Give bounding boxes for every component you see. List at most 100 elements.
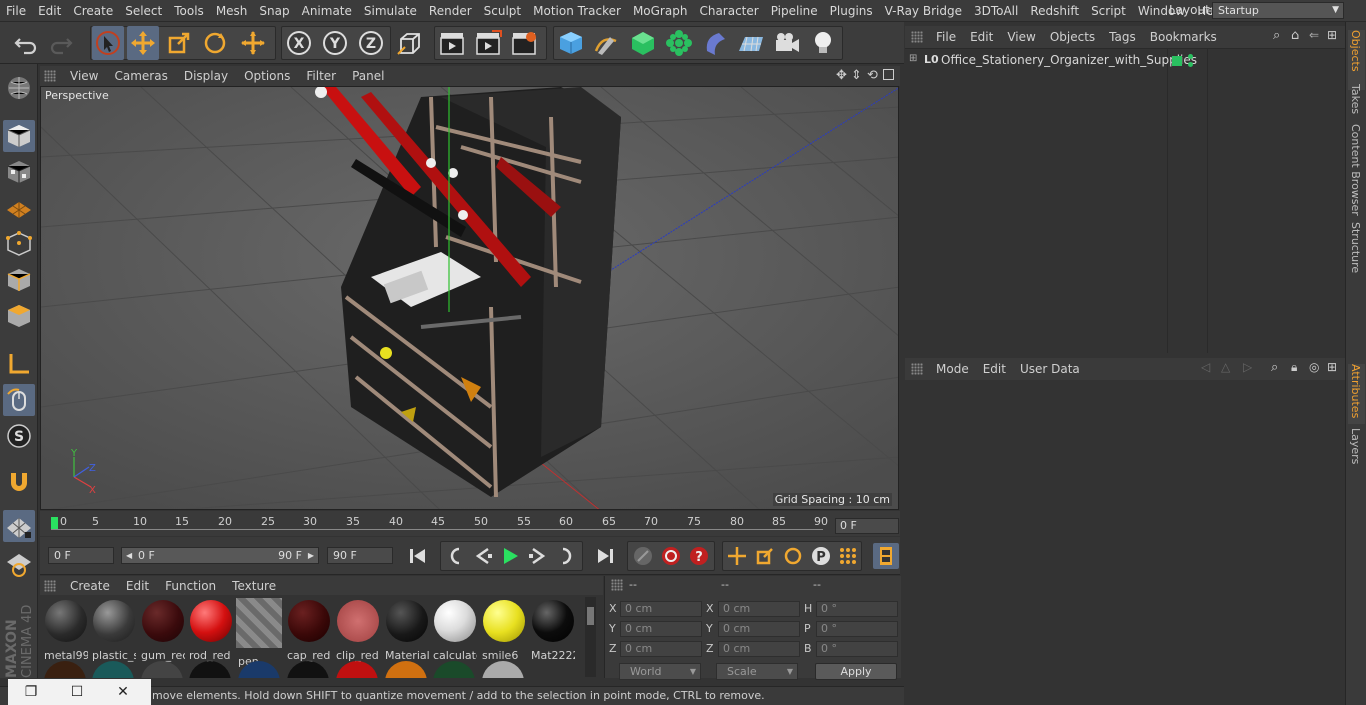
pen-spline-button[interactable] <box>590 26 622 60</box>
up-arrow-icon[interactable]: △ <box>1221 360 1230 374</box>
render-settings-button[interactable] <box>508 26 540 60</box>
undo-button[interactable] <box>10 26 42 60</box>
z-axis-lock-button[interactable]: Z <box>355 26 387 60</box>
move-tool-button[interactable] <box>127 26 159 60</box>
viewport-maximize-icon[interactable] <box>883 69 894 80</box>
object-menu-tags[interactable]: Tags <box>1102 30 1143 44</box>
viewport-menu-panel[interactable]: Panel <box>344 69 392 83</box>
solo-mode-button[interactable]: S <box>3 420 35 452</box>
material-preview[interactable] <box>385 661 427 678</box>
record-active-objects-button[interactable] <box>630 543 656 569</box>
material-menu-create[interactable]: Create <box>62 579 118 593</box>
timeline-ruler[interactable]: 0 5 10 15 20 25 30 35 40 45 50 55 60 65 … <box>40 511 900 536</box>
x-axis-lock-button[interactable]: X <box>283 26 315 60</box>
points-mode-button[interactable] <box>3 228 35 260</box>
material-preview[interactable] <box>433 661 475 678</box>
go-to-end-button[interactable] <box>592 543 618 569</box>
panel-grip-icon[interactable] <box>911 31 923 43</box>
redo-button[interactable] <box>45 26 77 60</box>
search-icon[interactable]: ⌕ <box>1273 28 1280 43</box>
edges-mode-button[interactable] <box>3 264 35 296</box>
polygons-mode-button[interactable] <box>3 300 35 332</box>
tab-takes[interactable]: Takes <box>1348 84 1365 124</box>
material-swatch[interactable]: smile6 <box>480 598 527 662</box>
menu-edit[interactable]: Edit <box>32 0 67 22</box>
material-menu-texture[interactable]: Texture <box>224 579 284 593</box>
go-to-start-button[interactable] <box>405 543 431 569</box>
tab-attributes[interactable]: Attributes <box>1348 364 1365 424</box>
viewport-menu-cameras[interactable]: Cameras <box>106 69 175 83</box>
close-icon[interactable]: ✕ <box>100 684 146 700</box>
coordinate-mode-select[interactable]: Scale ▼ <box>716 663 798 680</box>
size-y-field[interactable]: 0 cm <box>718 621 800 637</box>
panel-grip-icon[interactable] <box>611 579 623 591</box>
menu-motion-tracker[interactable]: Motion Tracker <box>527 0 627 22</box>
tweak-mode-button[interactable] <box>3 384 35 416</box>
material-swatch[interactable]: rod_red <box>187 598 234 662</box>
workplane-lock-button[interactable] <box>3 548 35 580</box>
pos-x-field[interactable]: 0 cm <box>620 601 702 617</box>
menu-animate[interactable]: Animate <box>296 0 358 22</box>
play-button[interactable] <box>497 543 523 569</box>
pos-z-field[interactable]: 0 cm <box>620 641 702 657</box>
camera-button[interactable] <box>771 26 803 60</box>
tab-layers[interactable]: Layers <box>1348 428 1365 468</box>
y-axis-lock-button[interactable]: Y <box>319 26 351 60</box>
material-swatch[interactable]: metal99 <box>42 598 89 662</box>
deformer-button[interactable] <box>699 26 731 60</box>
key-rotation-button[interactable] <box>780 543 806 569</box>
object-menu-edit[interactable]: Edit <box>963 30 1000 44</box>
lock-icon[interactable]: 🔒︎ <box>1291 360 1297 375</box>
material-preview[interactable] <box>44 661 86 678</box>
size-x-field[interactable]: 0 cm <box>718 601 800 617</box>
object-row[interactable]: ⊞ L0 Office_Stationery_Organizer_with_Su… <box>905 51 1345 71</box>
panel-grip-icon[interactable] <box>911 363 923 375</box>
layer-color-icon[interactable] <box>1172 56 1182 66</box>
autokeying-button[interactable] <box>658 543 684 569</box>
menu-redshift[interactable]: Redshift <box>1024 0 1085 22</box>
tab-objects[interactable]: Objects <box>1348 30 1365 90</box>
material-swatch[interactable]: pen <box>236 598 283 668</box>
render-visibility-dot[interactable] <box>1188 62 1193 67</box>
texture-mode-button[interactable] <box>3 156 35 188</box>
restore-icon[interactable]: ❐ <box>8 684 54 700</box>
material-preview[interactable] <box>189 661 231 678</box>
object-menu-view[interactable]: View <box>1000 30 1042 44</box>
rot-p-field[interactable]: 0 ° <box>816 621 898 637</box>
make-editable-button[interactable] <box>3 72 35 104</box>
menu-plugins[interactable]: Plugins <box>824 0 879 22</box>
panel-grip-icon[interactable] <box>44 70 56 82</box>
search-icon[interactable]: ⌕ <box>1271 360 1278 375</box>
maximize-icon[interactable]: ☐ <box>54 684 100 700</box>
viewport-menu-options[interactable]: Options <box>236 69 298 83</box>
perspective-viewport[interactable]: Y Z X Perspective Grid Spacing : 10 cm <box>40 86 899 510</box>
back-icon[interactable]: ⇐ <box>1309 28 1319 42</box>
object-menu-bookmarks[interactable]: Bookmarks <box>1143 30 1224 44</box>
menu-3dtoall[interactable]: 3DToAll <box>968 0 1024 22</box>
grid-snap-button[interactable] <box>3 510 35 542</box>
current-frame-field[interactable]: 0 F <box>835 518 899 534</box>
rotate-tool-button[interactable] <box>199 26 231 60</box>
material-preview[interactable] <box>92 661 134 678</box>
menu-select[interactable]: Select <box>119 0 168 22</box>
playhead-marker[interactable] <box>51 517 58 529</box>
new-view-icon[interactable]: ⊞ <box>1327 28 1337 42</box>
material-preview[interactable] <box>482 661 524 678</box>
keyframe-selection-button[interactable]: ? <box>686 543 712 569</box>
floor-button[interactable] <box>735 26 767 60</box>
light-button[interactable] <box>807 26 839 60</box>
size-z-field[interactable]: 0 cm <box>718 641 800 657</box>
coordinate-space-select[interactable]: World ▼ <box>619 663 701 680</box>
viewport-rotate-icon[interactable]: ⟲ <box>867 68 878 83</box>
menu-mesh[interactable]: Mesh <box>210 0 254 22</box>
object-menu-objects[interactable]: Objects <box>1043 30 1102 44</box>
material-swatch[interactable]: cap_red <box>285 598 332 662</box>
key-position-button[interactable] <box>724 543 750 569</box>
home-icon[interactable]: ⌂ <box>1291 28 1299 43</box>
previous-key-button[interactable] <box>443 543 469 569</box>
material-menu-function[interactable]: Function <box>157 579 224 593</box>
material-swatch[interactable]: clip_red <box>334 598 381 662</box>
object-menu-file[interactable]: File <box>929 30 963 44</box>
material-menu-edit[interactable]: Edit <box>118 579 157 593</box>
material-swatch[interactable]: calculato <box>431 598 478 662</box>
